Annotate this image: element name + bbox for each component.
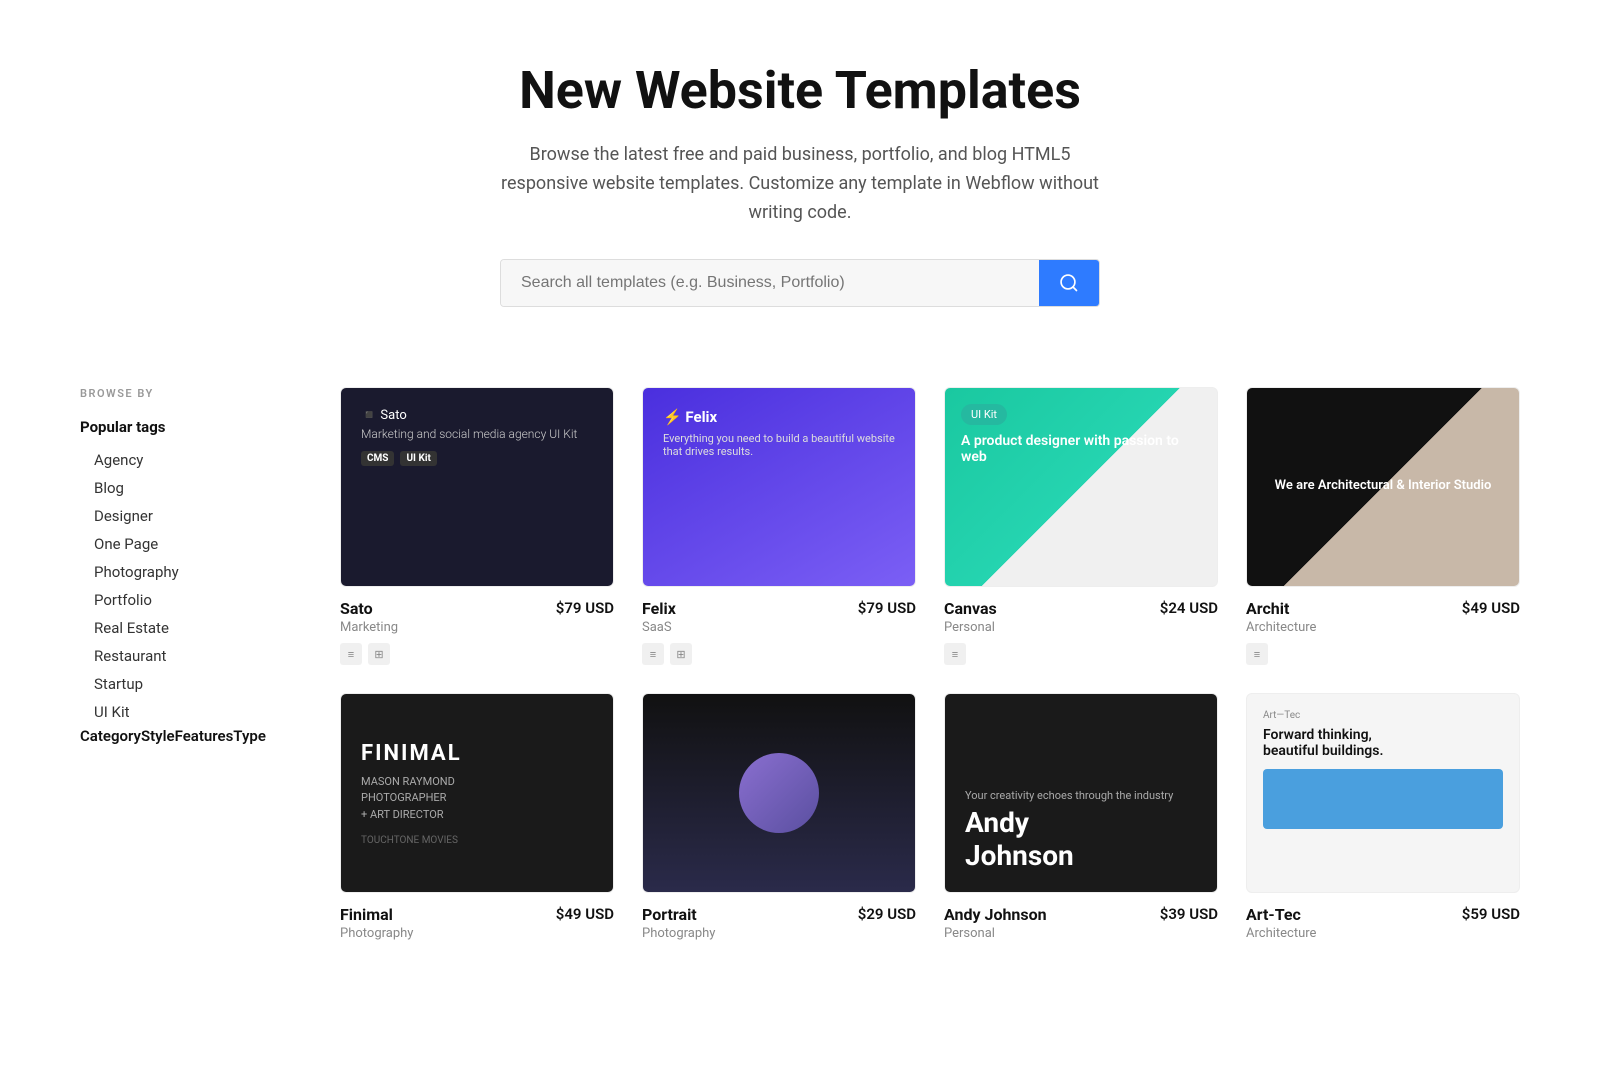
- sidebar-tag-real-estate[interactable]: Real Estate: [80, 614, 280, 642]
- template-name: Art-Tec: [1246, 905, 1316, 924]
- template-price: $24 USD: [1160, 599, 1218, 617]
- sidebar-tag-restaurant[interactable]: Restaurant: [80, 642, 280, 670]
- browse-by-label: BROWSE BY: [80, 387, 280, 400]
- sidebar-tag-portfolio[interactable]: Portfolio: [80, 586, 280, 614]
- sidebar-category-category[interactable]: Category: [80, 717, 141, 750]
- sidebar-tag-blog[interactable]: Blog: [80, 474, 280, 502]
- template-badges: ≡⊞: [340, 643, 614, 665]
- template-name: Canvas: [944, 599, 997, 618]
- template-category: Photography: [340, 926, 413, 941]
- template-category: Personal: [944, 926, 1047, 941]
- sidebar: BROWSE BY Popular tags AgencyBlogDesigne…: [80, 387, 280, 941]
- template-card-canvas[interactable]: UI Kit A product designer with passion t…: [944, 387, 1218, 665]
- sidebar-tag-photography[interactable]: Photography: [80, 558, 280, 586]
- template-price: $49 USD: [556, 905, 614, 923]
- page-wrapper: New Website Templates Browse the latest …: [0, 0, 1600, 981]
- sidebar-tags: AgencyBlogDesignerOne PagePhotographyPor…: [80, 446, 280, 726]
- template-category: Architecture: [1246, 926, 1316, 941]
- template-name: Andy Johnson: [944, 905, 1047, 924]
- sidebar-category-features[interactable]: Features: [175, 717, 234, 750]
- template-category: Marketing: [340, 620, 398, 635]
- badge-cms: ≡: [944, 643, 966, 665]
- template-card-portrait[interactable]: Portrait Photography $29 USD: [642, 693, 916, 941]
- badge-cms: ≡: [340, 643, 362, 665]
- sidebar-tag-one-page[interactable]: One Page: [80, 530, 280, 558]
- template-price: $79 USD: [556, 599, 614, 617]
- template-category: Architecture: [1246, 620, 1316, 635]
- hero-subtitle: Browse the latest free and paid business…: [500, 141, 1100, 227]
- search-button[interactable]: [1039, 260, 1099, 306]
- search-input[interactable]: [501, 260, 1039, 306]
- template-price: $79 USD: [858, 599, 916, 617]
- search-icon: [1059, 273, 1079, 293]
- template-card-andy-johnson[interactable]: Your creativity echoes through the indus…: [944, 693, 1218, 941]
- template-card-finimal[interactable]: FINIMAL MASON RAYMONDPHOTOGRAPHER+ ART D…: [340, 693, 614, 941]
- main-layout: BROWSE BY Popular tags AgencyBlogDesigne…: [0, 347, 1600, 981]
- sidebar-tag-startup[interactable]: Startup: [80, 670, 280, 698]
- template-name: Portrait: [642, 905, 715, 924]
- sidebar-category-style[interactable]: Style: [141, 717, 175, 750]
- template-price: $39 USD: [1160, 905, 1218, 923]
- template-name: Finimal: [340, 905, 413, 924]
- template-price: $29 USD: [858, 905, 916, 923]
- template-name: Felix: [642, 599, 676, 618]
- template-card-archit[interactable]: We are Architectural & Interior Studio A…: [1246, 387, 1520, 665]
- badge-ui: ⊞: [368, 643, 390, 665]
- template-name: Archit: [1246, 599, 1316, 618]
- template-category: Photography: [642, 926, 715, 941]
- sidebar-category-type[interactable]: Type: [233, 717, 266, 750]
- badge-ui: ⊞: [670, 643, 692, 665]
- popular-tags-title: Popular tags: [80, 418, 280, 436]
- template-card-art-tec[interactable]: Art—Tec Forward thinking,beautiful build…: [1246, 693, 1520, 941]
- template-badges: ≡⊞: [642, 643, 916, 665]
- template-price: $59 USD: [1462, 905, 1520, 923]
- badge-cms: ≡: [1246, 643, 1268, 665]
- search-bar: [20, 259, 1580, 307]
- hero-section: New Website Templates Browse the latest …: [0, 0, 1600, 347]
- template-category: Personal: [944, 620, 997, 635]
- template-category: SaaS: [642, 620, 676, 635]
- template-name: Sato: [340, 599, 398, 618]
- search-input-wrap: [500, 259, 1100, 307]
- template-card-felix[interactable]: ⚡ Felix Everything you need to build a b…: [642, 387, 916, 665]
- badge-cms: ≡: [642, 643, 664, 665]
- templates-area: ◾ Sato Marketing and social media agency…: [340, 387, 1520, 941]
- templates-grid: ◾ Sato Marketing and social media agency…: [340, 387, 1520, 941]
- sidebar-tag-agency[interactable]: Agency: [80, 446, 280, 474]
- sidebar-tag-designer[interactable]: Designer: [80, 502, 280, 530]
- template-card-sato[interactable]: ◾ Sato Marketing and social media agency…: [340, 387, 614, 665]
- template-badges: ≡: [1246, 643, 1520, 665]
- template-badges: ≡: [944, 643, 1218, 665]
- template-price: $49 USD: [1462, 599, 1520, 617]
- page-title: New Website Templates: [20, 60, 1580, 121]
- sidebar-categories: CategoryStyleFeaturesType: [80, 726, 280, 745]
